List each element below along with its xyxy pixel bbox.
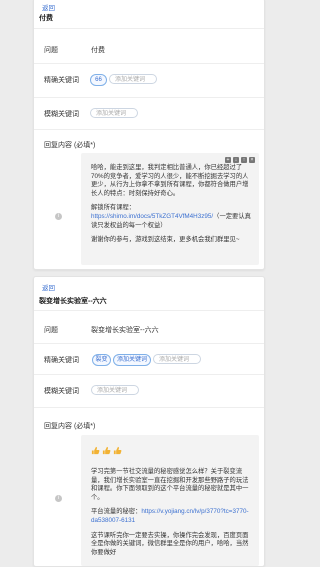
info-icon: i	[55, 495, 62, 502]
info-icon: i	[55, 213, 62, 220]
shimo-link[interactable]: https://shimo.im/docs/5TkZGT4VfM4H3z95/	[91, 213, 213, 220]
reply-content-label: 回复内容 (必填*)	[44, 142, 96, 149]
divider	[34, 343, 264, 344]
keyword-tag[interactable]: 66	[90, 74, 107, 86]
divider	[34, 407, 264, 408]
divider	[34, 310, 264, 311]
question-label: 问题	[44, 327, 58, 334]
reply-content-label: 回复内容 (必填*)	[44, 423, 96, 430]
exact-keyword-label: 精确关键词	[44, 77, 79, 84]
thumbs-up-icon	[91, 446, 100, 455]
divider	[34, 374, 264, 375]
divider	[34, 28, 264, 29]
back-link[interactable]: 返回	[42, 2, 55, 12]
reply-content-editor[interactable]: + ↓ ↑ × 哈哈，能走到这里，我判定相比普通人，你已经超过了70%的竞争者，…	[81, 153, 259, 265]
reply-text[interactable]: 学习完第一节社交流量的秘密感觉怎么样？关于裂变流量，我们增长实验室一直在挖掘和开…	[91, 468, 251, 557]
fuzzy-keyword-label: 模糊关键词	[44, 111, 79, 118]
reply-card-paid: 返回 付费 问题 付费 精确关键词 66 添加关键词 模糊关键词 添加关键词 回…	[33, 0, 265, 270]
question-value: 裂变增长实验室--六六	[91, 327, 159, 334]
divider	[34, 97, 264, 98]
keyword-tag[interactable]: 添加关键词	[113, 354, 151, 366]
move-up-icon[interactable]: ↑	[241, 157, 247, 163]
exact-keyword-label: 精确关键词	[44, 357, 79, 364]
question-value: 付费	[91, 47, 105, 54]
exact-keyword-input[interactable]: 添加关键词	[153, 354, 201, 364]
reply-closing: 谢谢你的参与，游戏到这结束，更多机会我们群里见~	[91, 236, 240, 244]
card-title: 裂变增长实验室--六六	[39, 298, 107, 305]
card-title: 付费	[39, 15, 53, 22]
thumbs-up-icon	[113, 446, 122, 455]
back-link[interactable]: 返回	[42, 282, 55, 292]
exact-keyword-input[interactable]: 添加关键词	[109, 74, 157, 84]
divider	[34, 129, 264, 130]
fuzzy-keyword-input[interactable]: 添加关键词	[91, 385, 139, 395]
delete-icon[interactable]: ×	[249, 157, 255, 163]
fuzzy-keyword-label: 模糊关键词	[44, 388, 79, 395]
divider	[34, 63, 264, 64]
reply-paragraph: 哈哈，能走到这里，我判定相比普通人，你已经超过了70%的竞争者，爱学习的人很少，…	[91, 164, 249, 197]
reply-link-label: 解锁所有课程：	[91, 204, 136, 212]
move-down-icon[interactable]: ↓	[233, 157, 239, 163]
reply-card-fission-lab: 返回 裂变增长实验室--六六 问题 裂变增长实验室--六六 精确关键词 裂变 添…	[33, 276, 265, 567]
thumbs-up-icon	[102, 446, 111, 455]
fuzzy-keyword-input[interactable]: 添加关键词	[90, 108, 138, 118]
reply-link-label: 平台流量的秘密：	[91, 508, 142, 516]
question-label: 问题	[44, 47, 58, 54]
reply-content-editor[interactable]: 学习完第一节社交流量的秘密感觉怎么样？关于裂变流量，我们增长实验室一直在挖掘和开…	[81, 435, 259, 566]
reply-paragraph: 学习完第一节社交流量的秘密感觉怎么样？关于裂变流量，我们增长实验室一直在挖掘和开…	[91, 468, 249, 501]
reply-paragraph: 这节课听完你一定要去实操，你操作完会发现，百度页面全是你做的关键词，微信群里全是…	[91, 531, 249, 556]
reply-text[interactable]: 哈哈，能走到这里，我判定相比普通人，你已经超过了70%的竞争者，爱学习的人很少，…	[91, 164, 251, 245]
keyword-tag[interactable]: 裂变	[92, 354, 111, 366]
add-icon[interactable]: +	[225, 157, 231, 163]
